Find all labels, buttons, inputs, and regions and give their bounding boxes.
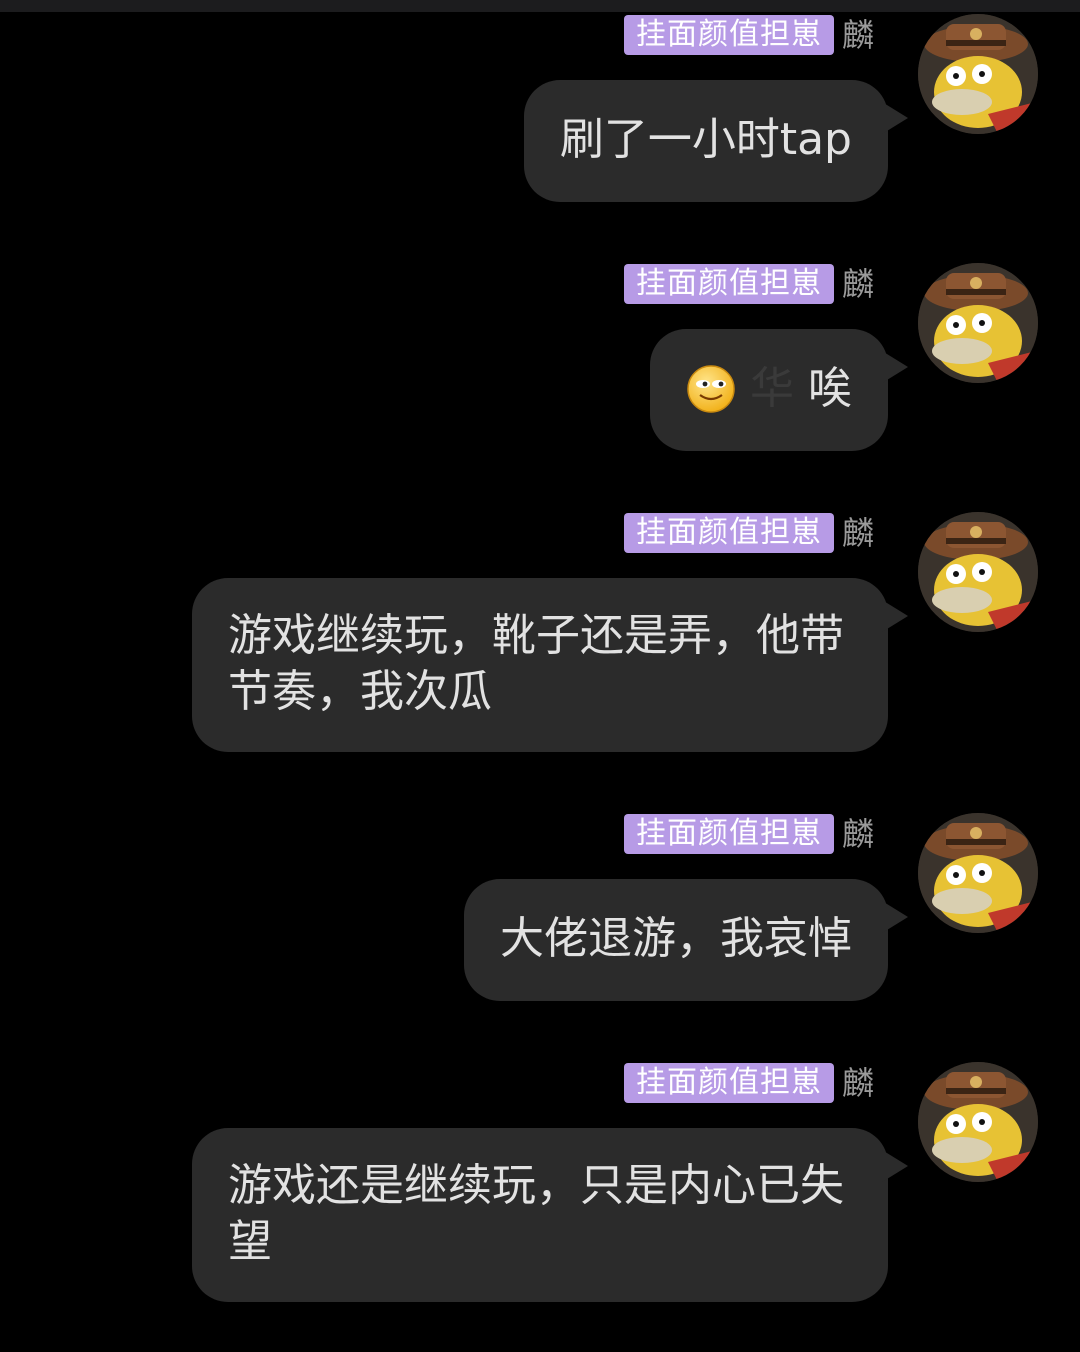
sender-name[interactable]: 麟: [842, 263, 874, 305]
psyduck-cowboy-avatar-icon[interactable]: [918, 512, 1038, 632]
psyduck-cowboy-avatar-icon[interactable]: [918, 263, 1038, 383]
sender-name[interactable]: 麟: [842, 14, 874, 56]
message-text: 大佬退游，我哀悼: [500, 913, 852, 964]
message-bubble[interactable]: 游戏继续玩，靴子还是弄，他带节奏，我次瓜: [192, 578, 908, 752]
message-bubble[interactable]: 游戏还是继续玩，只是内心已失望: [192, 1128, 908, 1302]
message-bubble[interactable]: 刷了一小时tap: [523, 80, 908, 202]
sender-title-badge: 挂面颜值担崽: [624, 15, 834, 55]
sender-title-badge: 挂面颜值担崽: [624, 264, 834, 304]
message-text: 游戏继续玩，靴子还是弄，他带节奏，我次瓜: [228, 610, 844, 717]
message-bubble[interactable]: 华 唉: [650, 329, 908, 451]
sender-name[interactable]: 麟: [842, 512, 874, 554]
bubble-tail: [882, 351, 908, 383]
message-text: 游戏还是继续玩，只是内心已失望: [228, 1160, 844, 1267]
chat-message: 挂面颜值担崽 麟 大佬退游，我哀悼: [0, 813, 1080, 1013]
psyduck-cowboy-avatar-icon[interactable]: [918, 14, 1038, 134]
bubble-tail: [882, 1150, 908, 1182]
sender-title-badge: 挂面颜值担崽: [624, 814, 834, 854]
message-content-row: 华 唉: [686, 361, 852, 417]
sender-name[interactable]: 麟: [842, 1062, 874, 1104]
message-text: 刷了一小时tap: [559, 114, 852, 165]
chat-message: 挂面颜值担崽 麟 华 唉: [0, 263, 1080, 463]
chat-message: 挂面颜值担崽 麟 游戏还是继续玩，只是内心已失望: [0, 1062, 1080, 1312]
bubble-tail: [882, 102, 908, 134]
chat-message: 挂面颜值担崽 麟 游戏继续玩，靴子还是弄，他带节奏，我次瓜: [0, 512, 1080, 762]
smirk-face-emoji-icon: [686, 364, 736, 414]
bubble-tail: [882, 901, 908, 933]
bubble-tail: [882, 600, 908, 632]
message-text: 唉: [808, 363, 852, 414]
chat-message: 挂面颜值担崽 麟 刷了一小时tap: [0, 14, 1080, 214]
sender-title-badge: 挂面颜值担崽: [624, 1063, 834, 1103]
psyduck-cowboy-avatar-icon[interactable]: [918, 813, 1038, 933]
message-bubble[interactable]: 大佬退游，我哀悼: [464, 879, 908, 1001]
status-bar-strip: [0, 0, 1080, 12]
sender-name[interactable]: 麟: [842, 813, 874, 855]
sender-title-badge: 挂面颜值担崽: [624, 513, 834, 553]
psyduck-cowboy-avatar-icon[interactable]: [918, 1062, 1038, 1182]
faint-text: 华: [750, 363, 794, 414]
